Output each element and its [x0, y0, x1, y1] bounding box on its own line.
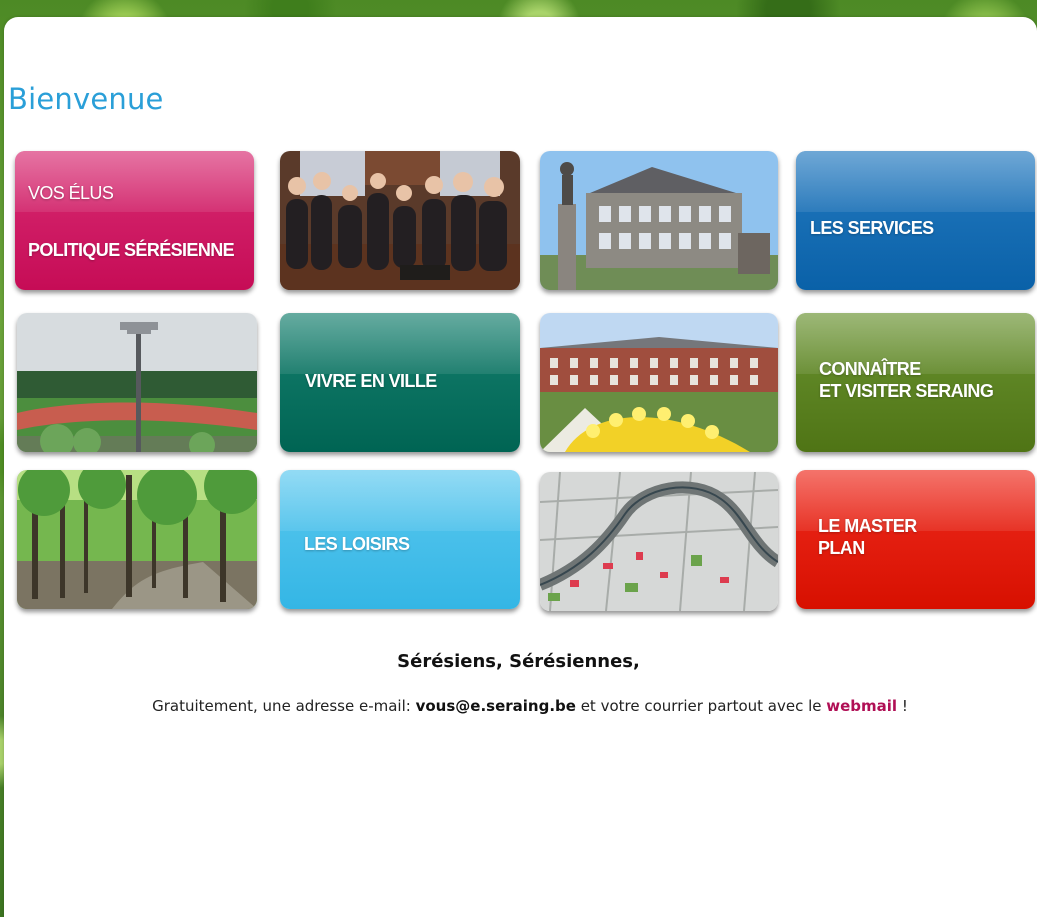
photo-council-group[interactable]: [280, 151, 520, 290]
photo-sports-stadium[interactable]: [17, 313, 257, 452]
tile-les-loisirs[interactable]: LES LOISIRS: [280, 470, 520, 609]
photo-town-hall[interactable]: [540, 151, 778, 290]
tile-vos-elus-label-1: VOS ÉLUS: [28, 183, 114, 203]
webmail-link[interactable]: webmail: [826, 697, 897, 715]
tile-le-master-plan[interactable]: LE MASTER PLAN: [796, 470, 1035, 609]
welcome-heading: Sérésiens, Sérésiennes,: [397, 651, 640, 672]
tile-connaitre-label-2: ET VISITER SERAING: [819, 381, 994, 401]
page-title: Bienvenue: [8, 82, 164, 116]
tile-vos-elus-label-2: POLITIQUE SÉRÉSIENNE: [28, 240, 235, 260]
tile-vos-elus[interactable]: VOS ÉLUS POLITIQUE SÉRÉSIENNE: [15, 151, 254, 290]
email-address: vous@e.seraing.be: [415, 697, 576, 715]
tile-les-services[interactable]: LES SERVICES: [796, 151, 1035, 290]
tile-connaitre-visiter[interactable]: CONNAÎTRE ET VISITER SERAING: [796, 313, 1035, 452]
tile-master-label-2: PLAN: [818, 538, 865, 558]
tile-vivre-en-ville-label: VIVRE EN VILLE: [305, 371, 437, 391]
photo-chateau-flowers[interactable]: [540, 313, 778, 452]
photo-forest-path[interactable]: [17, 470, 257, 609]
welcome-middle: et votre courrier partout avec le: [575, 697, 827, 715]
tile-vivre-en-ville[interactable]: VIVRE EN VILLE: [280, 313, 520, 452]
tile-les-loisirs-label: LES LOISIRS: [304, 534, 410, 554]
tile-connaitre-label-1: CONNAÎTRE: [819, 359, 921, 379]
tile-master-label-1: LE MASTER: [818, 516, 917, 536]
welcome-end: !: [897, 697, 908, 715]
welcome-message: Gratuitement, une adresse e-mail: vous@e…: [90, 696, 970, 717]
tile-les-services-label: LES SERVICES: [810, 218, 934, 238]
welcome-intro: Gratuitement, une adresse e-mail:: [152, 697, 416, 715]
photo-masterplan-map[interactable]: [540, 472, 778, 611]
